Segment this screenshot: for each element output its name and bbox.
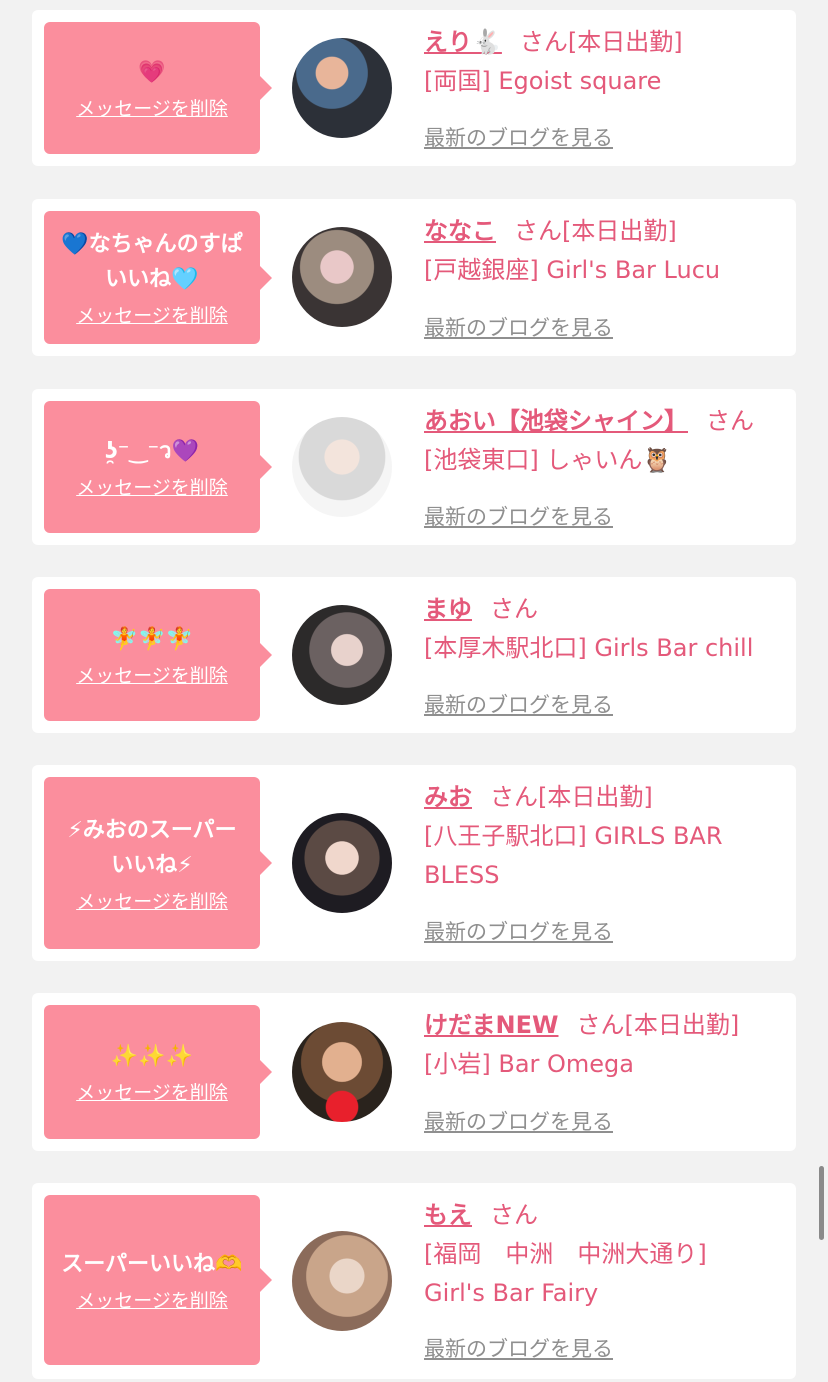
shop-name: [戸越銀座] Girl's Bar Lucu [424, 256, 721, 284]
favorite-card: 💗 メッセージを削除 えり🐇 さん[本日出勤] [両国] Egoist squar… [32, 10, 796, 166]
honorific-status: さん[本日出勤] [514, 217, 677, 245]
delete-message-link[interactable]: メッセージを削除 [76, 1078, 228, 1105]
message-bubble: ⚡みおのスーパー いいね⚡ メッセージを削除 [44, 777, 272, 949]
latest-blog-link[interactable]: 最新のブログを見る [424, 916, 613, 946]
cast-name-link[interactable]: みお [424, 783, 472, 811]
shop-name: [福岡 中洲 中洲大通り] Girl's Bar Fairy [424, 1240, 707, 1307]
avatar[interactable] [292, 1022, 392, 1122]
message-bubble: 🧚🧚🧚 メッセージを削除 [44, 589, 272, 721]
delete-message-link[interactable]: メッセージを削除 [76, 1286, 228, 1313]
message-bubble: 💙なちゃんのすぱ いいね🩵 メッセージを削除 [44, 211, 272, 344]
delete-message-link[interactable]: メッセージを削除 [76, 473, 228, 500]
favorite-card: ⚡みおのスーパー いいね⚡ メッセージを削除 みお さん[本日出勤] [八王子駅北… [32, 765, 796, 961]
honorific-status: さん [490, 1201, 538, 1229]
cast-name-link[interactable]: ななこ [424, 217, 496, 245]
shop-name: [八王子駅北口] GIRLS BAR BLESS [424, 822, 723, 889]
latest-blog-link[interactable]: 最新のブログを見る [424, 689, 613, 719]
favorite-card: 💙なちゃんのすぱ いいね🩵 メッセージを削除 ななこ さん[本日出勤] [戸越銀座… [32, 199, 796, 356]
message-bubble: スーパーいいね🫶 メッセージを削除 [44, 1195, 272, 1365]
avatar[interactable] [292, 227, 392, 327]
delete-message-link[interactable]: メッセージを削除 [76, 301, 228, 328]
avatar[interactable] [292, 417, 392, 517]
latest-blog-link[interactable]: 最新のブログを見る [424, 122, 613, 152]
honorific-status: さん [490, 595, 538, 623]
delete-message-link[interactable]: メッセージを削除 [76, 94, 228, 121]
avatar[interactable] [292, 38, 392, 138]
honorific-status: さん[本日出勤] [519, 28, 683, 56]
cast-name-link[interactable]: えり🐇 [424, 28, 502, 56]
message-text: 💗 [138, 60, 166, 85]
avatar[interactable] [292, 813, 392, 913]
favorite-card: 🧚🧚🧚 メッセージを削除 まゆ さん [本厚木駅北口] Girls Bar chi… [32, 577, 796, 733]
latest-blog-link[interactable]: 最新のブログを見る [424, 1106, 613, 1136]
honorific-status: さん[本日出勤] [576, 1011, 740, 1039]
message-text: 💙なちゃんのすぱ いいね🩵 [61, 232, 243, 292]
cast-name-link[interactable]: まゆ [424, 595, 472, 623]
message-text: ✨✨✨ [110, 1044, 194, 1069]
message-text: スーパーいいね🫶 [61, 1252, 243, 1277]
latest-blog-link[interactable]: 最新のブログを見る [424, 501, 613, 531]
shop-name: [小岩] Bar Omega [424, 1050, 634, 1078]
message-text: 🧚🧚🧚 [110, 627, 194, 652]
favorite-card: ✨✨✨ メッセージを削除 けだまNEW さん[本日出勤] [小岩] Bar Ome… [32, 993, 796, 1151]
latest-blog-link[interactable]: 最新のブログを見る [424, 312, 613, 342]
cast-name-link[interactable]: けだまNEW [424, 1011, 558, 1039]
message-text: ⚡みおのスーパー いいね⚡ [67, 817, 237, 878]
message-text: ʖ̯⁻‿⁻ว💜 [105, 439, 199, 464]
favorite-card: ʖ̯⁻‿⁻ว💜 メッセージを削除 あおい【池袋シャイン】 さん [池袋東口] しゃ… [32, 389, 796, 545]
message-bubble: ✨✨✨ メッセージを削除 [44, 1005, 272, 1139]
honorific-status: さん [706, 407, 754, 435]
honorific-status: さん[本日出勤] [490, 783, 653, 811]
shop-name: [両国] Egoist square [424, 67, 662, 95]
delete-message-link[interactable]: メッセージを削除 [76, 661, 228, 688]
cast-name-link[interactable]: あおい【池袋シャイン】 [424, 407, 688, 435]
delete-message-link[interactable]: メッセージを削除 [76, 887, 228, 914]
shop-name: [本厚木駅北口] Girls Bar chill [424, 634, 754, 662]
message-bubble: 💗 メッセージを削除 [44, 22, 272, 154]
latest-blog-link[interactable]: 最新のブログを見る [424, 1333, 613, 1363]
scrollbar[interactable] [819, 1166, 824, 1240]
favorite-card: スーパーいいね🫶 メッセージを削除 もえ さん [福岡 中洲 中洲大通り] Gir… [32, 1183, 796, 1379]
cast-name-link[interactable]: もえ [424, 1201, 472, 1229]
message-bubble: ʖ̯⁻‿⁻ว💜 メッセージを削除 [44, 401, 272, 533]
avatar[interactable] [292, 1231, 392, 1331]
avatar[interactable] [292, 605, 392, 705]
shop-name: [池袋東口] しゃいん🦉 [424, 446, 673, 474]
